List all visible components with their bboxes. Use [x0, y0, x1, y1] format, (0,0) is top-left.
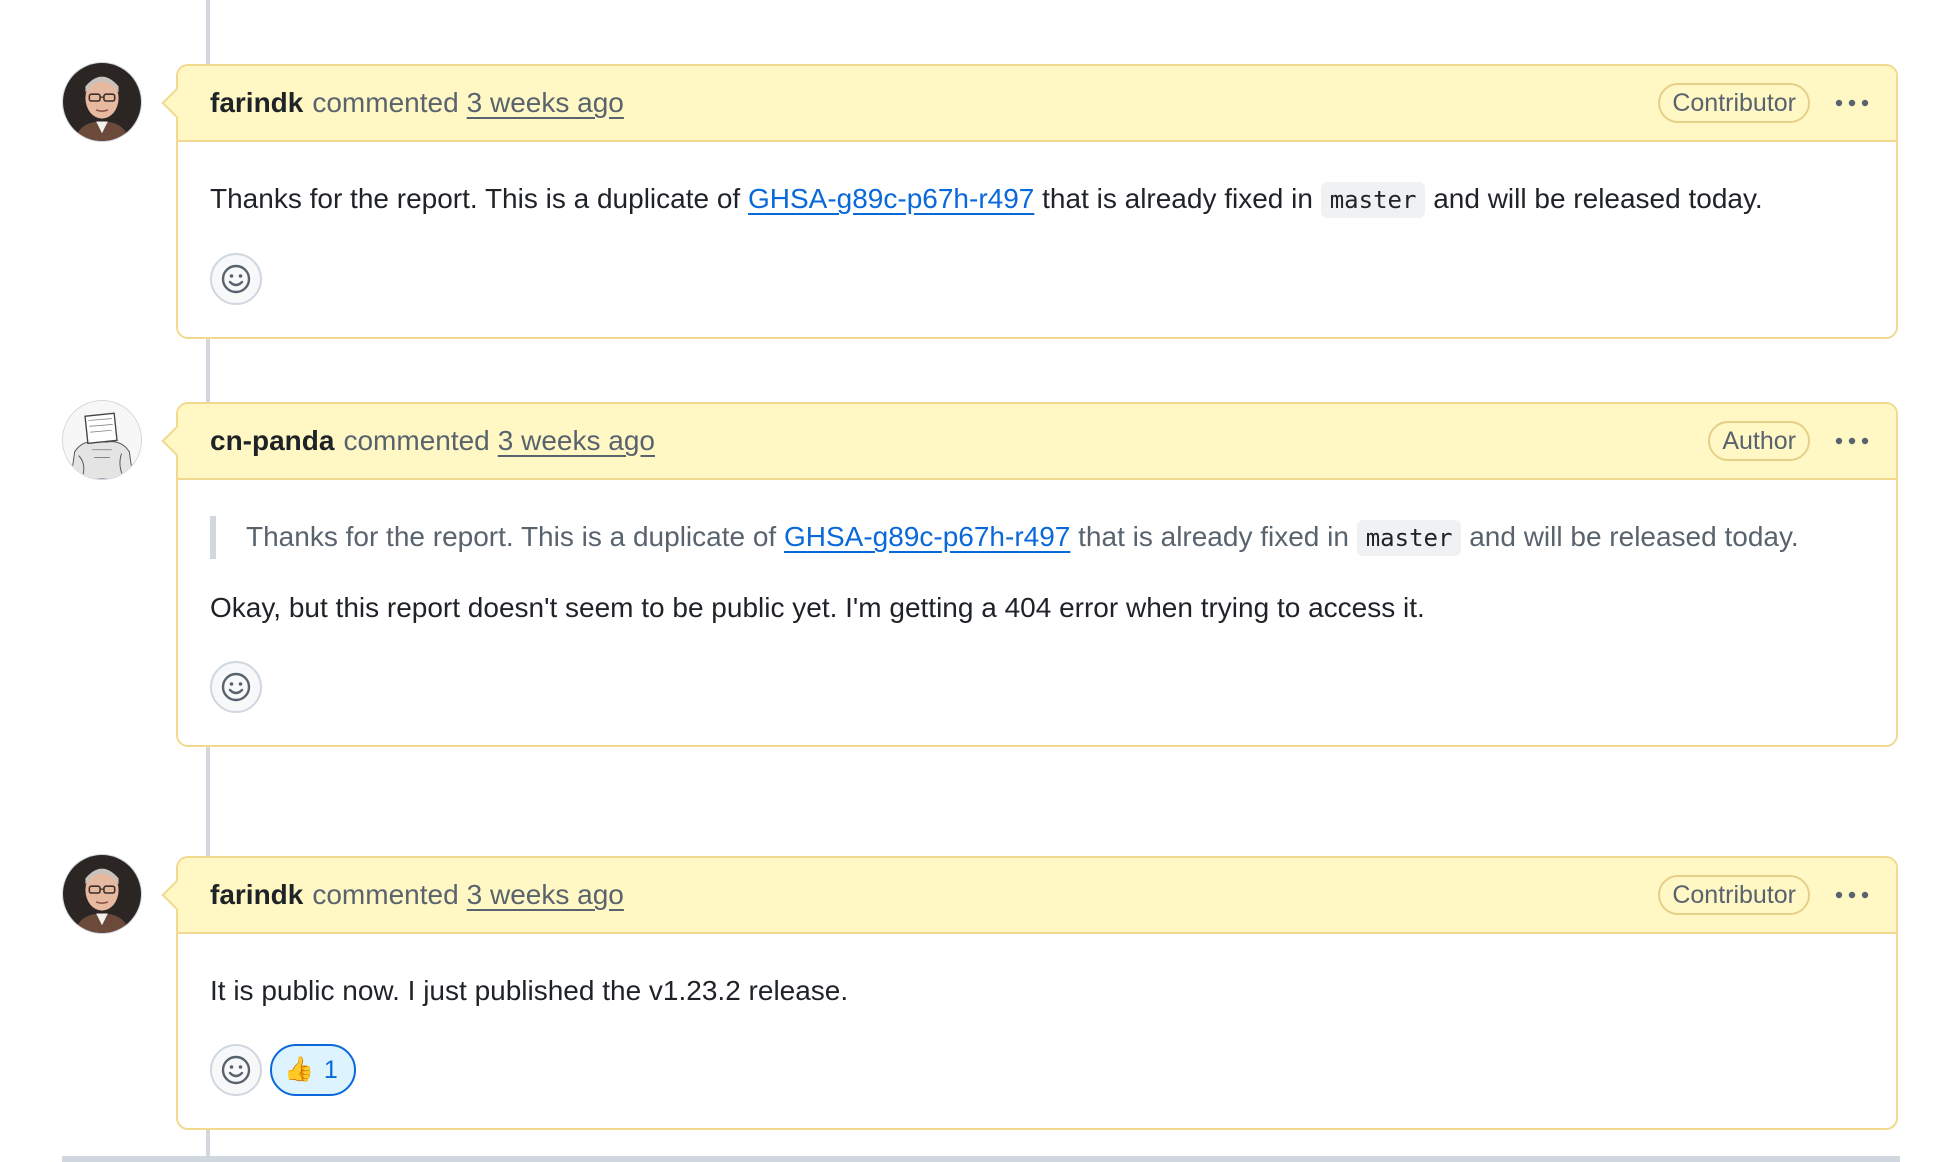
- inline-code: master: [1356, 520, 1462, 556]
- reactions-bar: [210, 253, 1864, 305]
- thumbs-up-reaction-button[interactable]: 👍 1: [270, 1044, 356, 1096]
- comment-author[interactable]: farindk: [210, 879, 303, 911]
- quoted-reply: Thanks for the report. This is a duplica…: [210, 516, 1864, 559]
- kebab-horizontal-icon[interactable]: [1832, 83, 1872, 123]
- timeline-divider: [62, 1156, 1900, 1162]
- comment-header: farindk commented 3 weeks ago Contributo…: [178, 858, 1896, 934]
- role-badge: Author: [1708, 421, 1810, 461]
- kebab-horizontal-icon[interactable]: [1832, 421, 1872, 461]
- comment-timestamp[interactable]: 3 weeks ago: [498, 425, 655, 457]
- reactions-bar: 👍 1: [210, 1044, 1864, 1096]
- inline-code: master: [1320, 182, 1426, 218]
- comment-author[interactable]: cn-panda: [210, 425, 334, 457]
- comment-timestamp[interactable]: 3 weeks ago: [467, 87, 624, 119]
- smiley-icon[interactable]: [210, 661, 262, 713]
- comment-box: farindk commented 3 weeks ago Contributo…: [176, 856, 1898, 1130]
- reactions-bar: [210, 661, 1864, 713]
- kebab-horizontal-icon[interactable]: [1832, 875, 1872, 915]
- avatar-farindk[interactable]: [62, 62, 142, 142]
- comment-box: cn-panda commented 3 weeks ago Author Th…: [176, 402, 1898, 747]
- comment-verb: commented: [312, 87, 459, 118]
- comment-body: Thanks for the report. This is a duplica…: [178, 142, 1896, 337]
- advisory-link[interactable]: GHSA-g89c-p67h-r497: [748, 183, 1034, 214]
- smiley-icon[interactable]: [210, 253, 262, 305]
- comment-verb: commented: [312, 879, 459, 910]
- reaction-count: 1: [323, 1056, 338, 1084]
- avatar-farindk[interactable]: [62, 854, 142, 934]
- comment-header: farindk commented 3 weeks ago Contributo…: [178, 66, 1896, 142]
- comment-body: Thanks for the report. This is a duplica…: [178, 480, 1896, 745]
- thumbs-up-icon: 👍: [284, 1056, 314, 1083]
- comment-text: Thanks for the report. This is a duplica…: [210, 178, 1864, 221]
- smiley-icon[interactable]: [210, 1044, 262, 1096]
- role-badge: Contributor: [1658, 83, 1810, 123]
- avatar-cn-panda[interactable]: [62, 400, 142, 480]
- comment-author[interactable]: farindk: [210, 87, 303, 119]
- comment-header: cn-panda commented 3 weeks ago Author: [178, 404, 1896, 480]
- advisory-link[interactable]: GHSA-g89c-p67h-r497: [784, 521, 1070, 552]
- role-badge: Contributor: [1658, 875, 1810, 915]
- comment-text: It is public now. I just published the v…: [210, 975, 849, 1006]
- comment-text: Okay, but this report doesn't seem to be…: [210, 592, 1425, 623]
- comment-timestamp[interactable]: 3 weeks ago: [467, 879, 624, 911]
- comment-box: farindk commented 3 weeks ago Contributo…: [176, 64, 1898, 339]
- comment-verb: commented: [343, 425, 490, 456]
- comment-body: It is public now. I just published the v…: [178, 934, 1896, 1128]
